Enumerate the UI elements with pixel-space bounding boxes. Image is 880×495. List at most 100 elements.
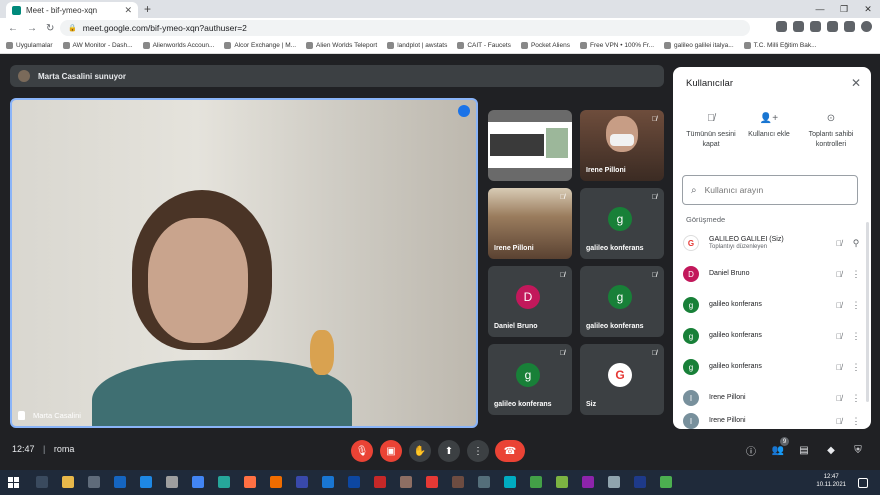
- end-call-button[interactable]: ☎: [495, 440, 525, 462]
- participant-row[interactable]: D Daniel Bruno 🎙̸ ⋮: [683, 260, 863, 288]
- more-options-button[interactable]: ⋮: [467, 440, 489, 462]
- app-icon[interactable]: [322, 476, 334, 488]
- host-controls-icon[interactable]: ⛨: [851, 443, 865, 457]
- close-window-button[interactable]: ✕: [856, 0, 880, 18]
- browser-tab[interactable]: Meet - bif-ymeo-xqn ✕: [6, 2, 138, 18]
- app-icon[interactable]: [608, 476, 620, 488]
- word-icon[interactable]: [634, 476, 646, 488]
- participant-tile[interactable]: [488, 110, 572, 181]
- app-icon[interactable]: [426, 476, 438, 488]
- url-bar[interactable]: 🔒 meet.google.com/bif-ymeo-xqn?authuser=…: [60, 20, 750, 36]
- app-icon[interactable]: [582, 476, 594, 488]
- photoshop-icon[interactable]: [348, 476, 360, 488]
- app-icon[interactable]: [556, 476, 568, 488]
- profile-avatar[interactable]: [861, 21, 872, 32]
- participant-row[interactable]: g galileo konferans 🎙̸ ⋮: [683, 353, 863, 381]
- participant-tile[interactable]: 🎙̸ g galileo konferans: [580, 188, 664, 259]
- outlook-icon[interactable]: [114, 476, 126, 488]
- chrome-icon[interactable]: [192, 476, 204, 488]
- bookmark-item[interactable]: T.C. Milli Eğitim Bak...: [743, 42, 817, 49]
- people-icon[interactable]: 👥 9: [771, 437, 789, 457]
- mic-off-icon[interactable]: 🎙̸: [829, 239, 849, 248]
- mic-off-icon[interactable]: 🎙̸: [829, 394, 849, 403]
- participant-tile[interactable]: 🎙̸ G Siz: [580, 344, 664, 415]
- app-icon[interactable]: [400, 476, 412, 488]
- add-user-button[interactable]: 👤+ Kullanıcı ekle: [739, 112, 799, 140]
- reload-button[interactable]: ↻: [46, 23, 54, 34]
- present-button[interactable]: ⬆: [438, 440, 460, 462]
- windows-start-icon[interactable]: [8, 477, 19, 488]
- bookmark-item[interactable]: Pocket Aliens: [520, 42, 570, 49]
- app-icon[interactable]: [452, 476, 464, 488]
- more-options-icon[interactable]: ⋮: [849, 331, 863, 342]
- participant-row[interactable]: g galileo konferans 🎙̸ ⋮: [683, 291, 863, 319]
- participant-row[interactable]: g galileo konferans 🎙̸ ⋮: [683, 322, 863, 350]
- firefox-icon[interactable]: [244, 476, 256, 488]
- tab-close-icon[interactable]: ✕: [124, 5, 132, 16]
- notifications-icon[interactable]: [858, 478, 868, 488]
- app-icon[interactable]: [660, 476, 672, 488]
- panel-scrollbar[interactable]: [866, 222, 869, 402]
- more-options-icon[interactable]: ⋮: [849, 416, 863, 427]
- more-options-icon[interactable]: ⋮: [849, 393, 863, 404]
- forward-button[interactable]: →: [27, 23, 37, 34]
- extension-icon[interactable]: [793, 21, 804, 32]
- mic-off-icon[interactable]: 🎙̸: [829, 301, 849, 310]
- back-button[interactable]: ←: [8, 23, 18, 34]
- search-box[interactable]: ⌕: [682, 175, 858, 205]
- bookmark-item[interactable]: Alcor Exchange | M...: [224, 42, 296, 49]
- bookmark-item[interactable]: Alien Worlds Teleport: [306, 42, 377, 49]
- mute-all-button[interactable]: 🎙̸ Tümünün sesini kapat: [681, 112, 741, 150]
- meeting-info-icon[interactable]: ⓘ: [744, 443, 758, 458]
- more-options-icon[interactable]: ⋮: [849, 300, 863, 311]
- app-icon[interactable]: [504, 476, 516, 488]
- mic-off-icon[interactable]: 🎙̸: [829, 417, 849, 426]
- more-options-icon[interactable]: ⋮: [849, 362, 863, 373]
- bookmark-item[interactable]: galileo galilei italya...: [664, 42, 734, 49]
- participant-row[interactable]: I Irene Pilloni 🎙̸ ⋮: [683, 407, 863, 429]
- bookmark-item[interactable]: CAIT - Faucets: [457, 42, 511, 49]
- bookmark-item[interactable]: AW Monitor - Dash...: [62, 42, 133, 49]
- participant-row[interactable]: G GALILEO GALILEI (Siz) Toplantıyı düzenl…: [683, 229, 863, 257]
- mic-off-icon[interactable]: 🎙̸: [829, 332, 849, 341]
- minimize-button[interactable]: —: [808, 0, 832, 18]
- mic-toggle-button[interactable]: 🎙: [351, 440, 373, 462]
- search-input[interactable]: [704, 185, 835, 195]
- app-icon[interactable]: [218, 476, 230, 488]
- camera-toggle-button[interactable]: ▣: [380, 440, 402, 462]
- close-icon[interactable]: ✕: [851, 76, 861, 90]
- app-icon[interactable]: [166, 476, 178, 488]
- raise-hand-button[interactable]: ✋: [409, 440, 431, 462]
- system-clock[interactable]: 12:47 10.11.2021: [816, 474, 846, 490]
- app-icon[interactable]: [478, 476, 490, 488]
- participant-tile[interactable]: 🎙̸ g galileo konferans: [488, 344, 572, 415]
- extension-icon[interactable]: [810, 21, 821, 32]
- extension-icon[interactable]: [844, 21, 855, 32]
- app-icon[interactable]: [530, 476, 542, 488]
- activities-icon[interactable]: ◆: [824, 443, 838, 457]
- participant-tile[interactable]: 🎙̸ D Daniel Bruno: [488, 266, 572, 337]
- edge-icon[interactable]: [140, 476, 152, 488]
- new-tab-button[interactable]: +: [144, 2, 151, 16]
- bookmark-item[interactable]: Uygulamalar: [6, 42, 53, 49]
- bookmark-item[interactable]: Alienworlds Accoun...: [142, 42, 214, 49]
- file-explorer-icon[interactable]: [62, 476, 74, 488]
- brave-icon[interactable]: [270, 476, 282, 488]
- participant-tile[interactable]: 🎙̸ Irene Pilloni: [488, 188, 572, 259]
- participant-tile[interactable]: 🎙̸ Irene Pilloni: [580, 110, 664, 181]
- bookmark-item[interactable]: Free VPN • 100% Fr...: [579, 42, 654, 49]
- mic-off-icon[interactable]: 🎙̸: [829, 363, 849, 372]
- more-options-icon[interactable]: ⋮: [849, 269, 863, 280]
- pin-icon[interactable]: ⚲: [849, 238, 863, 249]
- host-controls-button[interactable]: ⊙ Toplantı sahibi kontrolleri: [801, 112, 861, 150]
- extension-icon[interactable]: [776, 21, 787, 32]
- app-icon[interactable]: [296, 476, 308, 488]
- maximize-button[interactable]: ❐: [832, 0, 856, 18]
- filezilla-icon[interactable]: [374, 476, 386, 488]
- participant-tile[interactable]: 🎙̸ g galileo konferans: [580, 266, 664, 337]
- main-video[interactable]: Marta Casalini: [10, 98, 478, 428]
- chat-icon[interactable]: ▤: [797, 443, 811, 457]
- extension-icon[interactable]: [827, 21, 838, 32]
- bookmark-item[interactable]: landplot | awstats: [387, 42, 447, 49]
- mic-off-icon[interactable]: 🎙̸: [829, 270, 849, 279]
